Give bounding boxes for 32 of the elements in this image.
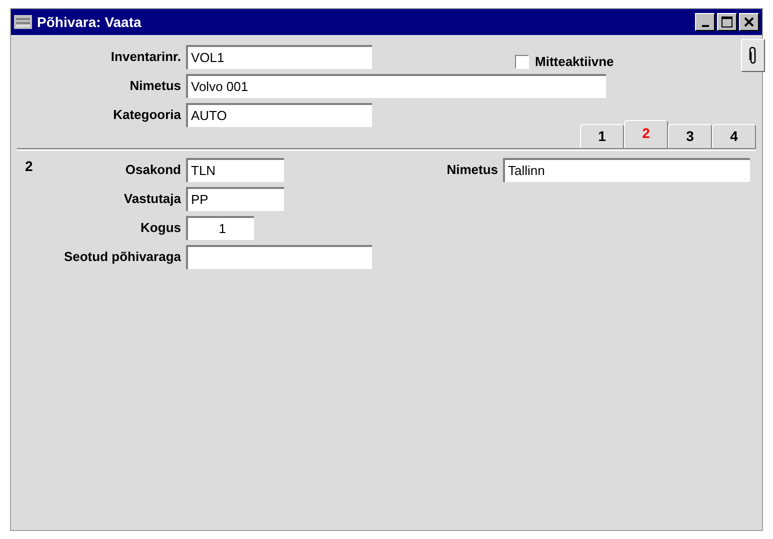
- paperclip-icon: [749, 46, 757, 64]
- checkbox[interactable]: [515, 54, 529, 69]
- input-field[interactable]: [186, 245, 372, 269]
- close-icon: [743, 16, 755, 28]
- field-label: Nimetus: [446, 161, 498, 180]
- input-field[interactable]: PP: [186, 187, 284, 211]
- input-field[interactable]: 1: [186, 216, 254, 240]
- input-field[interactable]: Tallinn: [503, 158, 750, 182]
- field-label: Osakond: [125, 161, 181, 180]
- window-title: Põhivara: Vaata: [37, 12, 142, 32]
- input-field[interactable]: TLN: [186, 158, 284, 182]
- field-label: Kategooria: [113, 106, 181, 124]
- maximize-icon: [721, 16, 733, 28]
- maximize-button[interactable]: [717, 13, 737, 31]
- page-number: 2: [25, 157, 33, 176]
- field-label: Inventarinr.: [110, 48, 181, 66]
- field-label: Vastutaja: [124, 190, 181, 208]
- close-button[interactable]: [739, 13, 759, 31]
- minimize-icon: [702, 25, 708, 27]
- checkbox-label: Mitteaktiivne: [535, 53, 614, 71]
- minimize-button[interactable]: [695, 13, 715, 31]
- field-label: Kogus: [140, 219, 181, 238]
- tab[interactable]: 3: [668, 124, 712, 148]
- input-field[interactable]: VOL1: [186, 45, 372, 69]
- field-label: Nimetus: [130, 77, 181, 96]
- attachment-button[interactable]: [741, 39, 765, 72]
- field-label: Seotud põhivaraga: [64, 248, 181, 266]
- input-field[interactable]: Volvo 001: [186, 74, 606, 98]
- window-icon: [14, 15, 32, 29]
- tab[interactable]: 4: [712, 124, 756, 148]
- tab[interactable]: 1: [580, 124, 624, 148]
- input-field[interactable]: AUTO: [186, 103, 372, 127]
